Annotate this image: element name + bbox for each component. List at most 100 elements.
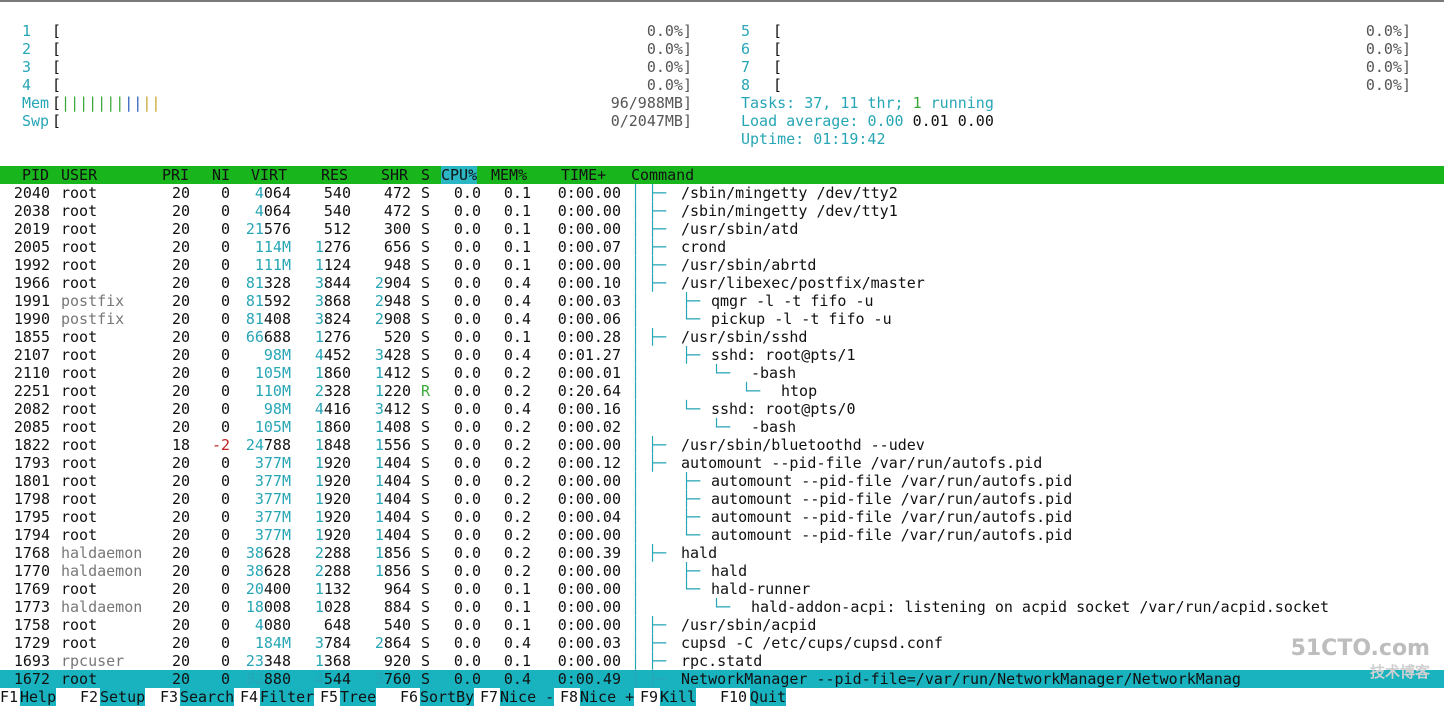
time-cell: 0:00.00: [557, 598, 621, 616]
res-cell: 3868: [314, 292, 351, 310]
function-key-label[interactable]: F6: [400, 688, 418, 706]
process-row[interactable]: 2110 root 20 0 105M 1860 1412 S 0.0 0.2 0:00.01 │ └─…: [0, 364, 1444, 382]
command-cell: crond: [681, 238, 727, 256]
process-row[interactable]: 2251 root 20 0 110M 2328 1220 R 0.0 0.2 0:20.64 │ └─…: [0, 382, 1444, 400]
process-row[interactable]: 1672 root 20 0 82880 4544 3760 S 0.0 0.4 0:00.49 │ ├…: [0, 670, 1444, 688]
function-key-label[interactable]: F5: [320, 688, 338, 706]
shr-cell: 948: [383, 256, 411, 274]
function-key-action-quit[interactable]: Quit: [750, 688, 787, 706]
cpu-meter-value: 0.0%]: [1365, 40, 1411, 58]
process-row[interactable]: 1798 root 20 0 377M 1920 1404 S 0.0 0.2 0:00.00 │ ├─…: [0, 490, 1444, 508]
col-shr-header[interactable]: SHR: [381, 166, 408, 184]
res-cell: 1920: [314, 454, 351, 472]
function-key-label[interactable]: F3: [160, 688, 178, 706]
state-cell: S: [421, 490, 431, 508]
process-row[interactable]: 1801 root 20 0 377M 1920 1404 S 0.0 0.2 0:00.00 │ ├─…: [0, 472, 1444, 490]
virt-cell: 4064: [254, 202, 291, 220]
meters-left-column: 1[0.0%] 2[0.0%] 3[0.0%] 4[0.0%] Mem [||||||||…: [22, 22, 692, 130]
function-key-action-search[interactable]: Search: [180, 688, 235, 706]
process-row[interactable]: 1990 postfix 20 0 81408 3824 2908 S 0.0 0.4 0:00.0…: [0, 310, 1444, 328]
function-key-action-filter[interactable]: Filter: [260, 688, 315, 706]
process-row[interactable]: 1822 root 18 -2 24788 1848 1556 S 0.0 0.2 0:00.00 │…: [0, 436, 1444, 454]
process-row[interactable]: 1793 root 20 0 377M 1920 1404 S 0.0 0.2 0:00.12 │ ├─…: [0, 454, 1444, 472]
function-key-label[interactable]: F7: [480, 688, 498, 706]
watermark-logo: 51CTO.com 技术博客: [1290, 636, 1430, 681]
process-row[interactable]: 1770 haldaemon 20 0 38628 2288 1856 S 0.0 0.2 0:00…: [0, 562, 1444, 580]
function-key-label[interactable]: F4: [240, 688, 258, 706]
col-user-header[interactable]: USER: [61, 166, 97, 184]
function-key-action-sortby[interactable]: SortBy: [420, 688, 475, 706]
virt-cell: 21576: [245, 220, 291, 238]
tree-branch-icon: └─: [682, 580, 701, 598]
function-key-action-kill[interactable]: Kill: [660, 688, 697, 706]
tree-guide-icon: │: [631, 292, 641, 310]
col-pid-header[interactable]: PID: [22, 166, 49, 184]
function-key-action-nice[interactable]: Nice -: [500, 688, 555, 706]
process-row[interactable]: 1758 root 20 0 4080 648 540 S 0.0 0.1 0:00.00 │ ├─ /u…: [0, 616, 1444, 634]
function-key-label[interactable]: F1: [0, 688, 18, 706]
cpu-cell: 0.0: [453, 634, 481, 652]
user-cell: root: [61, 364, 98, 382]
user-cell: root: [61, 634, 98, 652]
process-row[interactable]: 1966 root 20 0 81328 3844 2904 S 0.0 0.4 0:00.10 │ ├…: [0, 274, 1444, 292]
process-row[interactable]: 2082 root 20 0 98M 4416 3412 S 0.0 0.4 0:00.16 │ └─ s…: [0, 400, 1444, 418]
process-row[interactable]: 2005 root 20 0 114M 1276 656 S 0.0 0.1 0:00.07 │ ├─ c…: [0, 238, 1444, 256]
tree-guide-icon: │: [631, 490, 641, 508]
col-mem-header[interactable]: MEM%: [491, 166, 527, 184]
pri-cell: 20: [171, 184, 190, 202]
tree-branch-icon: ├─: [648, 202, 667, 220]
col-pri-header[interactable]: PRI: [162, 166, 189, 184]
pid-cell: 2038: [13, 202, 50, 220]
function-key-label[interactable]: F9: [640, 688, 658, 706]
process-row[interactable]: 1991 postfix 20 0 81592 3868 2948 S 0.0 0.4 0:00.0…: [0, 292, 1444, 310]
process-row[interactable]: 2019 root 20 0 21576 512 300 S 0.0 0.1 0:00.00 │ ├─ /…: [0, 220, 1444, 238]
process-row[interactable]: 1773 haldaemon 20 0 18008 1028 884 S 0.0 0.1 0:00.…: [0, 598, 1444, 616]
col-time-header[interactable]: TIME+: [561, 166, 606, 184]
col-command-header[interactable]: Command: [631, 166, 694, 184]
shr-cell: 2948: [374, 292, 411, 310]
function-key-action-nice[interactable]: Nice +: [580, 688, 635, 706]
col-cpu-header[interactable]: CPU%: [441, 166, 478, 184]
virt-cell: 81328: [245, 274, 291, 292]
col-ni-header[interactable]: NI: [212, 166, 230, 184]
command-cell: hald-addon-acpi: listening on acpid sock…: [751, 598, 1329, 616]
tasks-count: 37,: [804, 94, 841, 112]
process-row[interactable]: 1768 haldaemon 20 0 38628 2288 1856 S 0.0 0.2 0:00…: [0, 544, 1444, 562]
process-row[interactable]: 2085 root 20 0 105M 1860 1408 S 0.0 0.2 0:00.02 │ └─…: [0, 418, 1444, 436]
user-cell: root: [61, 436, 98, 454]
process-row[interactable]: 1992 root 20 0 111M 1124 948 S 0.0 0.1 0:00.00 │ ├─ /…: [0, 256, 1444, 274]
process-row[interactable]: 2040 root 20 0 4064 540 472 S 0.0 0.1 0:00.00 │ ├─ /s…: [0, 184, 1444, 202]
process-row[interactable]: 1693 rpcuser 20 0 23348 1368 920 S 0.0 0.1 0:00.00…: [0, 652, 1444, 670]
shr-cell: 3428: [374, 346, 411, 364]
state-cell: S: [421, 328, 431, 346]
function-key-label[interactable]: F2: [80, 688, 98, 706]
res-cell: 2288: [314, 544, 351, 562]
user-cell: haldaemon: [61, 598, 143, 616]
shr-cell: 1404: [374, 454, 411, 472]
col-state-header[interactable]: S: [421, 166, 430, 184]
function-key-label[interactable]: F8: [560, 688, 578, 706]
process-table-header[interactable]: PID USER PRI NI VIRT RES SHR S CPU% MEM%…: [0, 166, 1444, 184]
function-key-action-setup[interactable]: Setup: [100, 688, 146, 706]
col-res-header[interactable]: RES: [321, 166, 348, 184]
process-row[interactable]: 1729 root 20 0 184M 3784 2864 S 0.0 0.4 0:00.03 │ ├─…: [0, 634, 1444, 652]
command-cell: hald-runner: [711, 580, 811, 598]
function-key-label[interactable]: F10: [720, 688, 747, 706]
process-row[interactable]: 2107 root 20 0 98M 4452 3428 S 0.0 0.4 0:01.27 │ ├─ s…: [0, 346, 1444, 364]
process-row[interactable]: 1769 root 20 0 20400 1132 964 S 0.0 0.1 0:00.00 │ └─…: [0, 580, 1444, 598]
virt-cell: 66688: [245, 328, 291, 346]
pid-cell: 1992: [13, 256, 50, 274]
process-row[interactable]: 1855 root 20 0 66688 1276 520 S 0.0 0.1 0:00.28 │ ├─…: [0, 328, 1444, 346]
process-row[interactable]: 1795 root 20 0 377M 1920 1404 S 0.0 0.2 0:00.04 │ ├─…: [0, 508, 1444, 526]
col-virt-header[interactable]: VIRT: [251, 166, 287, 184]
load-average-label: Load average:: [741, 112, 868, 130]
cpu-meter-label: 6: [741, 40, 751, 58]
process-row[interactable]: 2038 root 20 0 4064 540 472 S 0.0 0.1 0:00.00 │ ├─ /s…: [0, 202, 1444, 220]
function-key-action-help[interactable]: Help: [20, 688, 57, 706]
cpu-meter-label: 1: [22, 22, 32, 40]
tree-branch-icon: ├─: [648, 184, 667, 202]
process-row[interactable]: 1794 root 20 0 377M 1920 1404 S 0.0 0.2 0:00.00 │ └─…: [0, 526, 1444, 544]
tree-branch-icon: ├─: [648, 436, 667, 454]
function-key-action-tree[interactable]: Tree: [340, 688, 377, 706]
pri-cell: 20: [171, 634, 190, 652]
